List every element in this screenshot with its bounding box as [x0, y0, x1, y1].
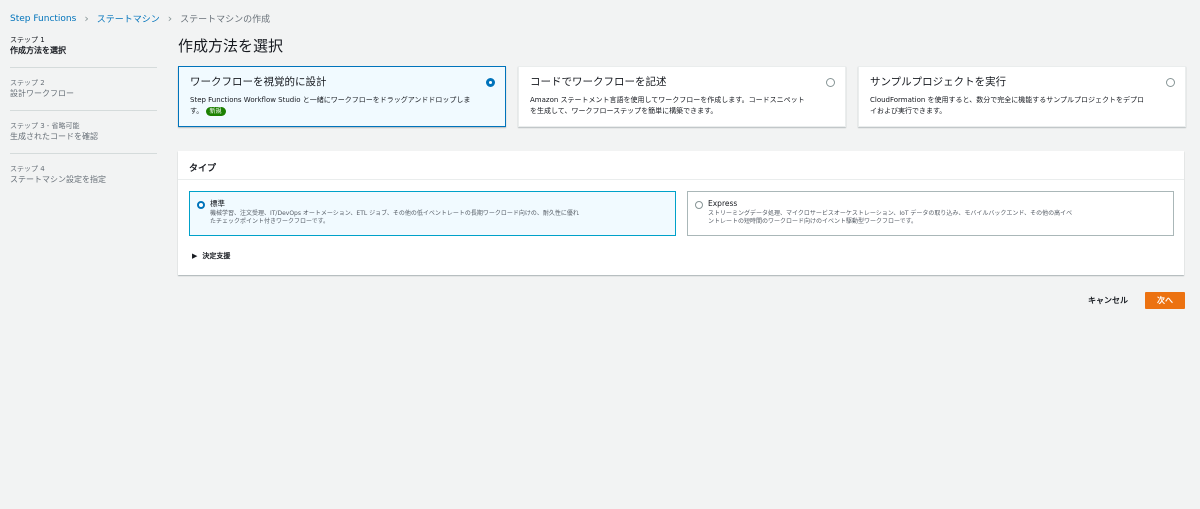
next-button[interactable]: 次へ: [1145, 292, 1185, 309]
creation-method-tiles: ワークフローを視覚的に設計 Step Functions Workflow St…: [178, 66, 1186, 127]
tile-description: Step Functions Workflow Studio と一緒にワークフロ…: [190, 96, 471, 116]
step-name: 生成されたコードを確認: [10, 132, 98, 141]
step-4: ステップ 4 ステートマシン設定を指定: [10, 164, 157, 196]
type-panel: タイプ 標準 機械学習、注文受理、IT/DevOps オートメーション、ETL …: [178, 151, 1184, 275]
caret-right-icon: ▶: [192, 252, 198, 260]
type-description: ストリーミングデータ処理、マイクロサービスオーケストレーション、IoT データの…: [708, 210, 1073, 225]
tile-description: CloudFormation を使用すると、数分で完全に機能するサンプルプロジェ…: [870, 96, 1145, 115]
step-3: ステップ 3- 省略可能 生成されたコードを確認: [10, 121, 157, 154]
breadcrumb-step-functions[interactable]: Step Functions: [10, 14, 76, 24]
page-title: 作成方法を選択: [178, 37, 284, 55]
method-tile-code[interactable]: コードでワークフローを記述 Amazon ステートメント言語を使用してワークフロ…: [518, 66, 846, 127]
tile-title: コードでワークフローを記述: [530, 76, 667, 88]
type-title: Express: [708, 199, 738, 208]
radio-button[interactable]: [486, 78, 495, 87]
step-name: 設計ワークフロー: [10, 89, 74, 98]
type-options: 標準 機械学習、注文受理、IT/DevOps オートメーション、ETL ジョブ、…: [189, 191, 1174, 236]
type-panel-header: タイプ: [178, 151, 1184, 180]
decision-support-toggle[interactable]: ▶ 決定支援: [192, 251, 230, 261]
cancel-button[interactable]: キャンセル: [1084, 293, 1132, 309]
step-number: ステップ 3: [10, 122, 45, 130]
type-option-express[interactable]: Express ストリーミングデータ処理、マイクロサービスオーケストレーション、…: [687, 191, 1174, 236]
chevron-right-icon: ›: [84, 12, 89, 25]
breadcrumb: Step Functions › ステートマシン › ステートマシンの作成: [10, 12, 270, 25]
radio-button[interactable]: [197, 201, 205, 209]
method-tile-sample[interactable]: サンプルプロジェクトを実行 CloudFormation を使用すると、数分で完…: [858, 66, 1186, 127]
step-number: ステップ 4: [10, 165, 45, 173]
type-description: 機械学習、注文受理、IT/DevOps オートメーション、ETL ジョブ、その他…: [210, 210, 579, 225]
type-title: 標準: [210, 199, 225, 208]
wizard-steps: ステップ 1 作成方法を選択 ステップ 2 設計ワークフロー ステップ 3- 省…: [10, 35, 157, 206]
step-optional-label: - 省略可能: [46, 122, 80, 130]
step-number: ステップ 2: [10, 79, 45, 87]
step-2: ステップ 2 設計ワークフロー: [10, 78, 157, 111]
new-badge: 新規: [205, 106, 226, 116]
decision-support-label: 決定支援: [202, 252, 231, 260]
radio-button[interactable]: [695, 201, 703, 209]
tile-description: Amazon ステートメント言語を使用してワークフローを作成します。コードスニペ…: [530, 96, 805, 115]
radio-button[interactable]: [826, 78, 835, 87]
chevron-right-icon: ›: [167, 12, 173, 25]
tile-title: ワークフローを視覚的に設計: [190, 76, 327, 88]
type-option-standard[interactable]: 標準 機械学習、注文受理、IT/DevOps オートメーション、ETL ジョブ、…: [189, 191, 676, 236]
breadcrumb-current: ステートマシンの作成: [180, 15, 271, 25]
step-name: ステートマシン設定を指定: [10, 175, 106, 184]
breadcrumb-state-machines[interactable]: ステートマシン: [97, 12, 160, 25]
step-number: ステップ 1: [10, 36, 45, 44]
step-1: ステップ 1 作成方法を選択: [10, 35, 157, 68]
step-name: 作成方法を選択: [10, 46, 66, 55]
tile-title: サンプルプロジェクトを実行: [870, 76, 1007, 88]
radio-button[interactable]: [1166, 78, 1175, 87]
method-tile-visual[interactable]: ワークフローを視覚的に設計 Step Functions Workflow St…: [178, 66, 506, 127]
